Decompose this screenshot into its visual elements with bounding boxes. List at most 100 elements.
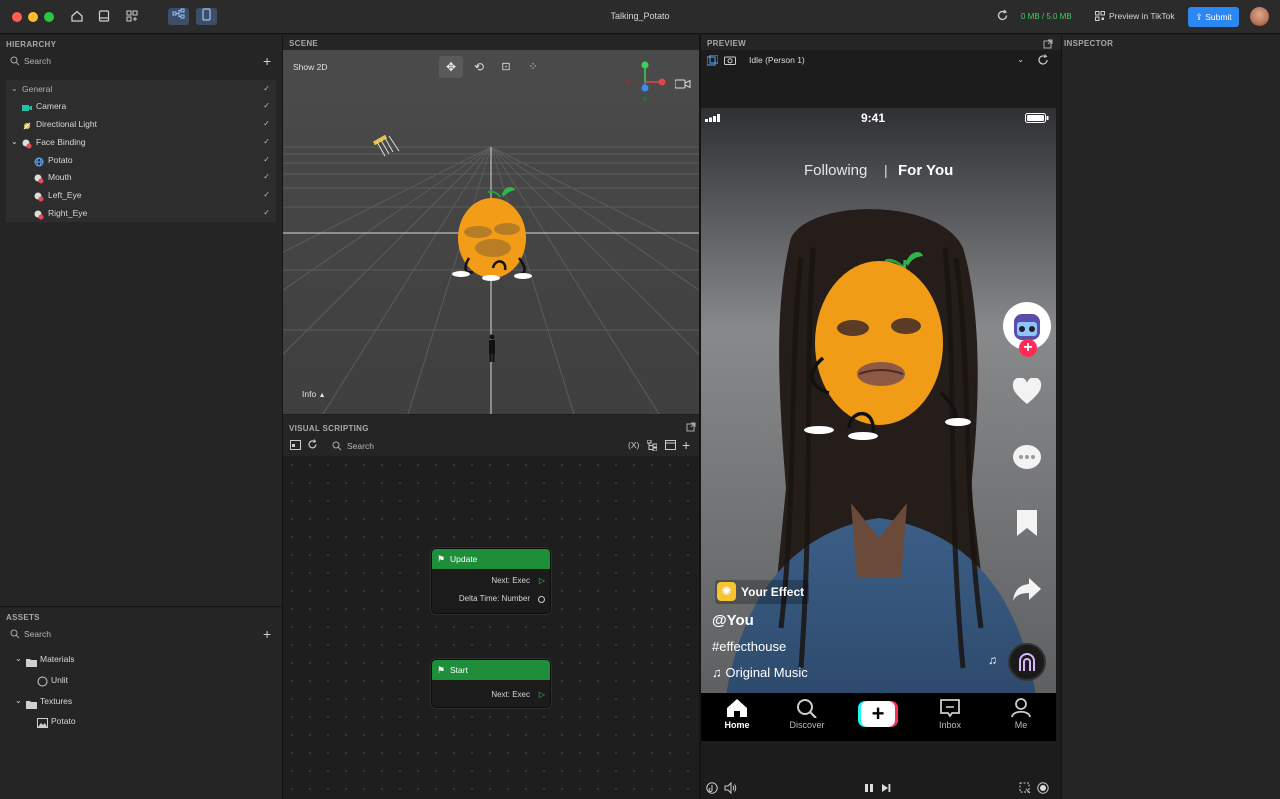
- preview-in-tiktok-button[interactable]: Preview in TikTok: [1109, 11, 1175, 21]
- crop-select-icon[interactable]: [1019, 782, 1031, 794]
- refresh-icon[interactable]: [994, 9, 1010, 25]
- popout-icon[interactable]: [686, 422, 696, 432]
- hierarchy-tree-icon[interactable]: [646, 439, 658, 452]
- visibility-check-icon[interactable]: ✓: [263, 186, 270, 204]
- panel-toggle-icon[interactable]: [665, 440, 676, 450]
- chevron-down-icon[interactable]: ⌄: [11, 133, 18, 151]
- hierarchy-item-right-eye[interactable]: Right_Eye ✓: [6, 204, 276, 222]
- move-tool-icon[interactable]: ✥: [439, 56, 463, 78]
- visibility-check-icon[interactable]: ✓: [263, 80, 270, 98]
- like-heart-icon[interactable]: [1012, 377, 1042, 406]
- axis-gizmo-icon[interactable]: [624, 60, 670, 102]
- visibility-check-icon[interactable]: ✓: [263, 133, 270, 151]
- hierarchy-item-potato[interactable]: Potato ✓: [6, 151, 276, 169]
- popout-icon[interactable]: [1043, 39, 1053, 49]
- info-toggle[interactable]: Info ▲: [302, 389, 326, 399]
- visibility-check-icon[interactable]: ✓: [263, 168, 270, 186]
- pause-icon[interactable]: [864, 783, 874, 793]
- scene-header-bar: [283, 35, 699, 50]
- grid-add-icon[interactable]: [124, 9, 140, 25]
- tab-for-you[interactable]: For You: [898, 162, 953, 179]
- camera-view-icon[interactable]: [674, 78, 691, 90]
- home-icon[interactable]: [69, 9, 85, 25]
- visual-scripting-search-input[interactable]: Search: [347, 441, 374, 451]
- variables-button[interactable]: (X): [628, 440, 639, 450]
- divider[interactable]: [1061, 35, 1062, 799]
- add-object-button[interactable]: +: [263, 54, 271, 68]
- update-node[interactable]: Update Next: Exec▷ Delta Time: Number: [431, 548, 551, 614]
- close-window-button[interactable]: [12, 12, 22, 22]
- follow-plus-icon[interactable]: +: [1019, 339, 1037, 357]
- effect-tag[interactable]: ✺ Your Effect: [715, 580, 809, 604]
- node-graph-toggle-icon[interactable]: [168, 8, 189, 25]
- user-avatar[interactable]: [1250, 7, 1269, 26]
- asset-folder-materials[interactable]: ⌄ Materials: [0, 650, 270, 668]
- divider[interactable]: [0, 606, 282, 607]
- visibility-check-icon[interactable]: ✓: [263, 151, 270, 169]
- phone-preview-toggle-icon[interactable]: [196, 8, 217, 25]
- skip-forward-icon[interactable]: [881, 783, 891, 793]
- rotate-tool-icon[interactable]: ⟲: [469, 56, 489, 78]
- asset-folder-textures[interactable]: ⌄ Textures: [0, 692, 270, 710]
- add-asset-button[interactable]: +: [263, 627, 271, 641]
- restart-preview-icon[interactable]: [1037, 54, 1049, 66]
- divider[interactable]: [282, 35, 283, 799]
- exec-arrow-icon[interactable]: ▷: [539, 572, 545, 590]
- hierarchy-item-left-eye[interactable]: Left_Eye ✓: [6, 186, 276, 204]
- assets-search-input[interactable]: Search: [24, 629, 51, 639]
- video-source-icon[interactable]: [706, 54, 719, 66]
- scene-viewport[interactable]: Show 2D ✥ ⟲ ⊡ ⁘ Info ▲: [283, 50, 699, 414]
- comment-icon[interactable]: [1012, 444, 1042, 472]
- visibility-check-icon[interactable]: ✓: [263, 204, 270, 222]
- tiktok-logo-icon[interactable]: [706, 782, 718, 794]
- title-bar: Talking_Potato 0 MB / 5.0 MB Preview in …: [0, 0, 1280, 34]
- start-node[interactable]: Start Next: Exec▷: [431, 659, 551, 708]
- visibility-check-icon[interactable]: ✓: [263, 115, 270, 133]
- nav-me[interactable]: Me: [1007, 698, 1035, 730]
- hierarchy-search-input[interactable]: Search: [24, 56, 51, 66]
- asset-unlit-material[interactable]: Unlit: [0, 671, 270, 689]
- hierarchy-item-directional-light[interactable]: Directional Light ✓: [6, 115, 276, 133]
- nav-discover[interactable]: Discover: [789, 698, 825, 730]
- chevron-down-icon[interactable]: ⌄: [15, 692, 22, 710]
- volume-icon[interactable]: [724, 781, 737, 795]
- chevron-down-icon[interactable]: ⌄: [11, 80, 18, 98]
- hierarchy-item-camera[interactable]: Camera ✓: [6, 97, 276, 115]
- update-delta-time-port[interactable]: Delta Time: Number: [432, 590, 550, 608]
- hierarchy-item-general[interactable]: ⌄ General ✓: [6, 80, 276, 98]
- bookmark-icon[interactable]: [1012, 509, 1042, 537]
- minimize-window-button[interactable]: [28, 12, 38, 22]
- transform-tool-icon[interactable]: ⁘: [523, 56, 543, 78]
- visual-scripting-canvas[interactable]: [283, 456, 699, 799]
- asset-potato-texture[interactable]: Potato: [0, 712, 270, 730]
- submit-button[interactable]: ⇪ Submit: [1188, 7, 1239, 27]
- original-music[interactable]: ♫ Original Music: [712, 665, 808, 680]
- chevron-down-icon[interactable]: ⌄: [15, 650, 22, 668]
- graph-panel-icon[interactable]: [290, 440, 301, 450]
- share-arrow-icon[interactable]: [1012, 576, 1042, 604]
- create-button[interactable]: +: [858, 701, 898, 727]
- nav-inbox[interactable]: Inbox: [933, 698, 967, 730]
- tab-following[interactable]: Following: [804, 162, 867, 179]
- nav-home[interactable]: Home: [723, 698, 751, 730]
- maximize-window-button[interactable]: [44, 12, 54, 22]
- update-next-exec-port[interactable]: Next: Exec ▷: [432, 572, 550, 590]
- hashtag[interactable]: #effecthouse: [712, 639, 786, 654]
- preview-video-dropdown[interactable]: Idle (Person 1) ⌄: [744, 53, 1028, 67]
- hierarchy-item-face-binding[interactable]: ⌄ Face Binding ✓: [6, 133, 276, 151]
- scale-tool-icon[interactable]: ⊡: [496, 56, 516, 78]
- exec-arrow-icon[interactable]: ▷: [539, 686, 545, 704]
- record-icon[interactable]: [1037, 782, 1049, 794]
- show-2d-toggle[interactable]: Show 2D: [293, 62, 328, 72]
- reload-icon[interactable]: [307, 439, 318, 450]
- add-node-button[interactable]: +: [682, 438, 690, 452]
- number-port-icon[interactable]: [538, 596, 545, 603]
- hierarchy-item-mouth[interactable]: Mouth ✓: [6, 168, 276, 186]
- visibility-check-icon[interactable]: ✓: [263, 97, 270, 115]
- username[interactable]: @You: [712, 612, 754, 629]
- camera-icon[interactable]: [724, 55, 736, 65]
- layout-icon[interactable]: [96, 9, 112, 25]
- music-disc-icon[interactable]: [1008, 643, 1046, 681]
- divider[interactable]: [699, 35, 701, 799]
- start-next-exec-port[interactable]: Next: Exec ▷: [432, 686, 550, 704]
